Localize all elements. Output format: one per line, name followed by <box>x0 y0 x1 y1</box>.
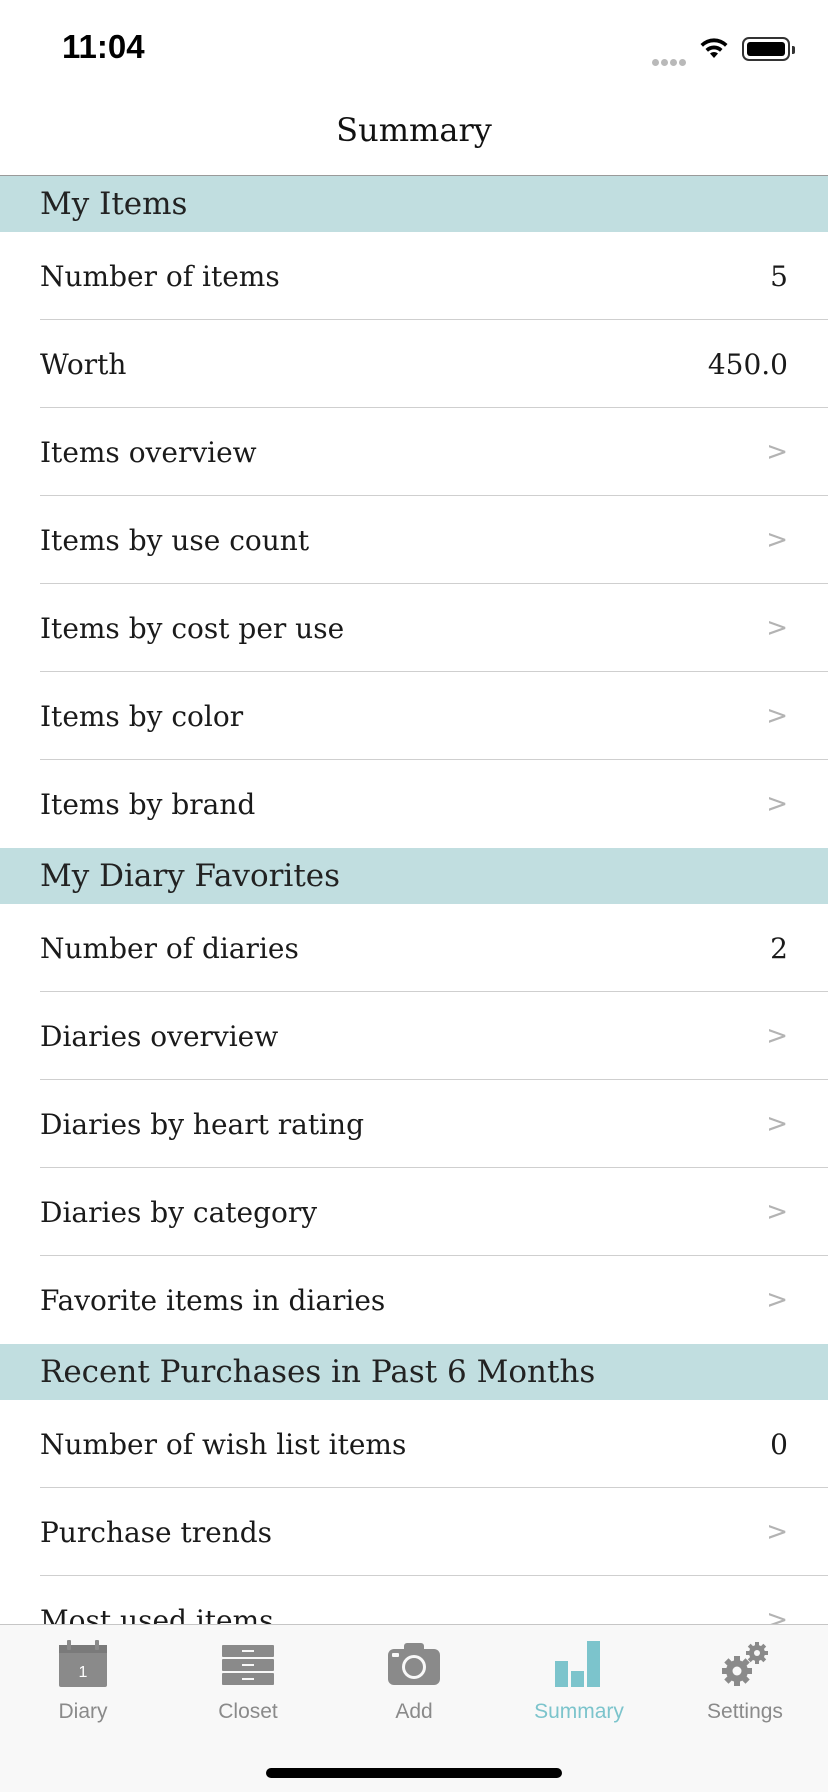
chevron-right-icon: > <box>766 1021 788 1051</box>
chevron-right-icon: > <box>766 613 788 643</box>
status-bar: 11:04 <box>0 0 828 92</box>
status-time: 11:04 <box>62 28 145 65</box>
chevron-right-icon: > <box>766 525 788 555</box>
tab-settings[interactable]: Settings <box>662 1625 828 1735</box>
row-items-by-cost-per-use[interactable]: Items by cost per use > <box>0 584 828 672</box>
row-label: Number of items <box>40 259 280 293</box>
row-label: Items by use count <box>40 523 310 557</box>
row-label: Worth <box>40 347 127 381</box>
tab-label: Add <box>395 1700 433 1723</box>
row-value: 5 <box>770 259 788 293</box>
row-diaries-by-category[interactable]: Diaries by category > <box>0 1168 828 1256</box>
tab-diary[interactable]: 1 Diary <box>0 1625 166 1735</box>
dresser-icon <box>222 1645 274 1685</box>
tab-closet[interactable]: Closet <box>165 1625 331 1735</box>
row-diaries-by-heart-rating[interactable]: Diaries by heart rating > <box>0 1080 828 1168</box>
row-label: Diaries by heart rating <box>40 1107 364 1141</box>
row-diaries-overview[interactable]: Diaries overview > <box>0 992 828 1080</box>
navigation-bar: Summary <box>0 92 828 176</box>
row-label: Favorite items in diaries <box>40 1283 386 1317</box>
section-title: My Items <box>40 186 188 222</box>
tab-label: Settings <box>707 1700 783 1723</box>
chevron-right-icon: > <box>766 1197 788 1227</box>
chevron-right-icon: > <box>766 1517 788 1547</box>
row-label: Items by cost per use <box>40 611 345 645</box>
row-number-of-items: Number of items 5 <box>0 232 828 320</box>
tab-bar: 1 Diary Closet Add Summary Settings <box>0 1624 828 1792</box>
tab-add[interactable]: Add <box>331 1625 497 1735</box>
row-label: Diaries overview <box>40 1019 279 1053</box>
chevron-right-icon: > <box>766 789 788 819</box>
row-value: 0 <box>770 1427 788 1461</box>
section-header-my-items: My Items <box>0 176 828 232</box>
row-label: Items by color <box>40 699 244 733</box>
row-items-by-color[interactable]: Items by color > <box>0 672 828 760</box>
gears-icon <box>722 1642 768 1686</box>
row-label: Diaries by category <box>40 1195 318 1229</box>
row-value: 2 <box>770 931 788 965</box>
calendar-icon: 1 <box>59 1640 107 1687</box>
bar-chart-icon <box>555 1641 600 1687</box>
row-purchase-trends[interactable]: Purchase trends > <box>0 1488 828 1576</box>
summary-list[interactable]: My Items Number of items 5 Worth 450.0 I… <box>0 176 828 1624</box>
chevron-right-icon: > <box>766 1285 788 1315</box>
row-number-of-diaries: Number of diaries 2 <box>0 904 828 992</box>
wifi-icon <box>700 38 728 58</box>
row-label: Most used items <box>40 1603 274 1625</box>
row-worth: Worth 450.0 <box>0 320 828 408</box>
tab-summary[interactable]: Summary <box>496 1625 662 1735</box>
chevron-right-icon: > <box>766 701 788 731</box>
row-label: Items by brand <box>40 787 256 821</box>
chevron-right-icon: > <box>766 437 788 467</box>
cellular-signal-icon <box>652 51 688 70</box>
section-title: Recent Purchases in Past 6 Months <box>40 1354 596 1390</box>
chevron-right-icon: > <box>766 1605 788 1624</box>
home-indicator <box>266 1768 562 1778</box>
row-label: Items overview <box>40 435 257 469</box>
page-title: Summary <box>336 110 492 149</box>
row-value: 450.0 <box>707 347 788 381</box>
tab-label: Closet <box>218 1700 278 1723</box>
row-items-by-brand[interactable]: Items by brand > <box>0 760 828 848</box>
row-items-by-use-count[interactable]: Items by use count > <box>0 496 828 584</box>
battery-icon <box>742 37 795 61</box>
camera-icon <box>388 1643 440 1685</box>
row-favorite-items-in-diaries[interactable]: Favorite items in diaries > <box>0 1256 828 1344</box>
section-title: My Diary Favorites <box>40 858 341 894</box>
row-label: Purchase trends <box>40 1515 273 1549</box>
row-label: Number of diaries <box>40 931 299 965</box>
row-label: Number of wish list items <box>40 1427 407 1461</box>
section-header-my-diary-favorites: My Diary Favorites <box>0 848 828 904</box>
calendar-day-text: 1 <box>79 1664 88 1681</box>
row-number-of-wish-list-items: Number of wish list items 0 <box>0 1400 828 1488</box>
chevron-right-icon: > <box>766 1109 788 1139</box>
row-items-overview[interactable]: Items overview > <box>0 408 828 496</box>
tab-label: Diary <box>58 1700 108 1723</box>
section-header-recent-purchases: Recent Purchases in Past 6 Months <box>0 1344 828 1400</box>
row-most-used-items[interactable]: Most used items > <box>0 1576 828 1625</box>
tab-label: Summary <box>534 1700 624 1723</box>
